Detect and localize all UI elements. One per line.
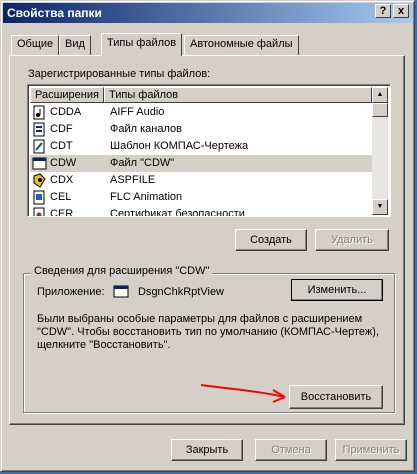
row-extension: CDT (50, 140, 73, 152)
details-group-label: Сведения для расширения "CDW" (31, 265, 213, 277)
create-button[interactable]: Создать (235, 229, 307, 251)
certificate-file-icon (33, 207, 45, 216)
asp-file-icon (33, 173, 46, 188)
list-item[interactable]: CDF Файл каналов (30, 121, 372, 138)
row-extension: CDX (50, 174, 74, 186)
row-type: FLC Animation (110, 191, 183, 203)
column-header-type[interactable]: Типы файлов (104, 87, 372, 103)
help-button[interactable]: ? (375, 4, 391, 18)
window-title: Свойства папки (7, 6, 102, 20)
window-file-icon (32, 157, 47, 170)
row-extension: CDF (50, 123, 73, 135)
close-button[interactable]: Закрыть (171, 439, 243, 461)
row-extension: CER (50, 208, 74, 217)
animation-file-icon (33, 190, 45, 205)
apply-button[interactable]: Применить (335, 439, 407, 461)
folder-options-dialog: Свойства папки ? x Общие Вид Типы файлов… (0, 0, 415, 472)
list-item[interactable]: CDDA AIFF Audio (30, 104, 372, 121)
tab-offline-files[interactable]: Автономные файлы (184, 35, 299, 55)
row-type: Шаблон КОМПАС-Чертежа (110, 140, 249, 152)
list-item[interactable]: CDX ASPFILE (30, 172, 372, 189)
cancel-button[interactable]: Отмена (255, 439, 327, 461)
description-text: Были выбраны особые параметры для файлов… (37, 313, 379, 351)
file-types-list[interactable]: Расширения Типы файлов CDDA AIFF Audio C… (27, 84, 391, 217)
list-item[interactable]: CDT Шаблон КОМПАС-Чертежа (30, 138, 372, 155)
audio-file-icon (33, 105, 45, 120)
change-button[interactable]: Изменить... (291, 279, 383, 301)
scroll-down-arrow-icon[interactable]: ▼ (372, 199, 388, 215)
kompas-template-icon (33, 139, 45, 154)
application-icon (113, 285, 129, 298)
application-name: DsgnChkRptView (138, 286, 225, 298)
red-arrow-annotation (200, 384, 286, 403)
restore-button[interactable]: Восстановить (289, 385, 383, 409)
list-item[interactable]: CDW Файл "CDW" (30, 155, 372, 172)
row-extension: CDW (50, 157, 77, 169)
tab-file-types[interactable]: Типы файлов (101, 33, 183, 56)
delete-button[interactable]: Удалить (315, 229, 389, 251)
row-type: Файл "CDW" (110, 157, 175, 169)
row-extension: CEL (50, 191, 72, 203)
title-bar[interactable]: Свойства папки (3, 3, 413, 23)
registered-types-label: Зарегистрированные типы файлов: (28, 68, 211, 80)
tab-general[interactable]: Общие (11, 35, 60, 55)
row-type: Сертификат безопасности (110, 208, 245, 217)
scroll-thumb[interactable] (372, 103, 388, 117)
row-extension: CDDA (50, 106, 82, 118)
list-item[interactable]: CEL FLC Animation (30, 189, 372, 206)
scroll-up-arrow-icon[interactable]: ▲ (372, 87, 388, 103)
application-label: Приложение: (37, 286, 105, 298)
row-type: ASPFILE (110, 174, 156, 186)
close-icon[interactable]: x (393, 4, 409, 18)
column-header-extension[interactable]: Расширения (30, 87, 104, 103)
list-item[interactable]: CER Сертификат безопасности (30, 206, 372, 217)
list-scrollbar[interactable]: ▲ ▼ (372, 87, 388, 215)
tab-view[interactable]: Вид (59, 35, 91, 55)
channel-file-icon (33, 122, 45, 137)
row-type: Файл каналов (110, 123, 182, 135)
row-type: AIFF Audio (110, 106, 165, 118)
